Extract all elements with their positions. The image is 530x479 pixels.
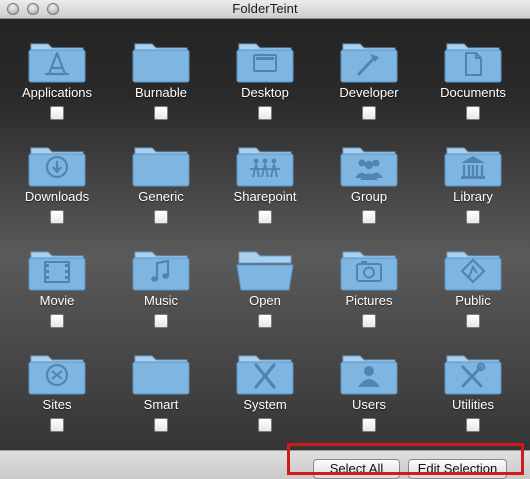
folder-tile-movie[interactable]: Movie	[5, 227, 109, 331]
edit-selection-button[interactable]: Edit Selection	[408, 459, 507, 479]
movie-icon[interactable]	[28, 249, 86, 291]
folder-checkbox-music[interactable]	[154, 314, 168, 328]
folder-checkbox-downloads[interactable]	[50, 210, 64, 224]
folder-checkbox-movie[interactable]	[50, 314, 64, 328]
folder-tile-smart[interactable]: Smart	[109, 331, 213, 435]
folder-checkbox-smart[interactable]	[154, 418, 168, 432]
users-icon[interactable]	[340, 353, 398, 395]
folder-checkbox-library[interactable]	[466, 210, 480, 224]
generic-icon[interactable]	[132, 145, 190, 187]
folder-label: Utilities	[452, 397, 494, 412]
smart-icon[interactable]	[132, 353, 190, 395]
folder-tile-developer[interactable]: Developer	[317, 19, 421, 123]
folder-label: Documents	[440, 85, 506, 100]
folder-checkbox-sharepoint[interactable]	[258, 210, 272, 224]
select-all-button[interactable]: Select All	[313, 459, 400, 479]
folder-grid: Applications Burnable Desktop Developer …	[0, 19, 530, 450]
folder-tile-public[interactable]: Public	[421, 227, 525, 331]
library-icon[interactable]	[444, 145, 502, 187]
folder-tile-users[interactable]: Users	[317, 331, 421, 435]
folder-tile-applications[interactable]: Applications	[5, 19, 109, 123]
open-icon[interactable]	[236, 249, 294, 291]
folder-label: Pictures	[345, 293, 393, 308]
sites-icon[interactable]	[28, 353, 86, 395]
folder-label: Sharepoint	[233, 189, 297, 204]
folder-checkbox-users[interactable]	[362, 418, 376, 432]
folder-checkbox-burnable[interactable]	[154, 106, 168, 120]
folder-label: Downloads	[24, 189, 90, 204]
sharepoint-icon[interactable]	[236, 145, 294, 187]
folder-tile-pictures[interactable]: Pictures	[317, 227, 421, 331]
folder-tile-generic[interactable]: Generic	[109, 123, 213, 227]
bottom-toolbar: Select All Edit Selection	[0, 450, 530, 479]
folder-checkbox-sites[interactable]	[50, 418, 64, 432]
music-icon[interactable]	[132, 249, 190, 291]
window-title: FolderTeint	[232, 1, 298, 16]
folder-label: Music	[144, 293, 178, 308]
folder-tile-library[interactable]: Library	[421, 123, 525, 227]
folder-label: Developer	[339, 85, 399, 100]
folder-checkbox-desktop[interactable]	[258, 106, 272, 120]
folder-tile-sharepoint[interactable]: Sharepoint	[213, 123, 317, 227]
folder-checkbox-generic[interactable]	[154, 210, 168, 224]
folder-checkbox-documents[interactable]	[466, 106, 480, 120]
folder-checkbox-pictures[interactable]	[362, 314, 376, 328]
folder-tile-music[interactable]: Music	[109, 227, 213, 331]
folder-label: Public	[455, 293, 491, 308]
folder-checkbox-system[interactable]	[258, 418, 272, 432]
downloads-icon[interactable]	[28, 145, 86, 187]
folder-tile-desktop[interactable]: Desktop	[213, 19, 317, 123]
folder-label: Applications	[21, 85, 93, 100]
desktop-icon[interactable]	[236, 41, 294, 83]
folder-checkbox-public[interactable]	[466, 314, 480, 328]
folder-tile-utilities[interactable]: Utilities	[421, 331, 525, 435]
folder-label: Desktop	[241, 85, 289, 100]
documents-icon[interactable]	[444, 41, 502, 83]
folder-label: Group	[350, 189, 388, 204]
folder-checkbox-applications[interactable]	[50, 106, 64, 120]
folder-label: Movie	[39, 293, 75, 308]
developer-icon[interactable]	[340, 41, 398, 83]
folder-tile-burnable[interactable]: Burnable	[109, 19, 213, 123]
folder-label: Generic	[138, 189, 184, 204]
folder-label: Library	[453, 189, 493, 204]
pictures-icon[interactable]	[340, 249, 398, 291]
system-icon[interactable]	[236, 353, 294, 395]
folder-checkbox-open[interactable]	[258, 314, 272, 328]
folder-label: Smart	[143, 397, 179, 412]
folder-checkbox-utilities[interactable]	[466, 418, 480, 432]
burnable-icon[interactable]	[132, 41, 190, 83]
folder-label: System	[243, 397, 287, 412]
group-icon[interactable]	[340, 145, 398, 187]
folder-tile-system[interactable]: System	[213, 331, 317, 435]
title-bar: FolderTeint	[0, 0, 530, 19]
folder-tile-sites[interactable]: Sites	[5, 331, 109, 435]
folder-tile-group[interactable]: Group	[317, 123, 421, 227]
public-icon[interactable]	[444, 249, 502, 291]
folder-tile-documents[interactable]: Documents	[421, 19, 525, 123]
folder-label: Sites	[42, 397, 72, 412]
folder-tile-downloads[interactable]: Downloads	[5, 123, 109, 227]
folderteint-window: FolderTeint Applications Burnable Deskto…	[0, 0, 530, 479]
folder-label: Users	[352, 397, 386, 412]
folder-checkbox-group[interactable]	[362, 210, 376, 224]
folder-label: Open	[249, 293, 281, 308]
applications-icon[interactable]	[28, 41, 86, 83]
folder-label: Burnable	[134, 85, 188, 100]
utilities-icon[interactable]	[444, 353, 502, 395]
folder-checkbox-developer[interactable]	[362, 106, 376, 120]
folder-tile-open[interactable]: Open	[213, 227, 317, 331]
